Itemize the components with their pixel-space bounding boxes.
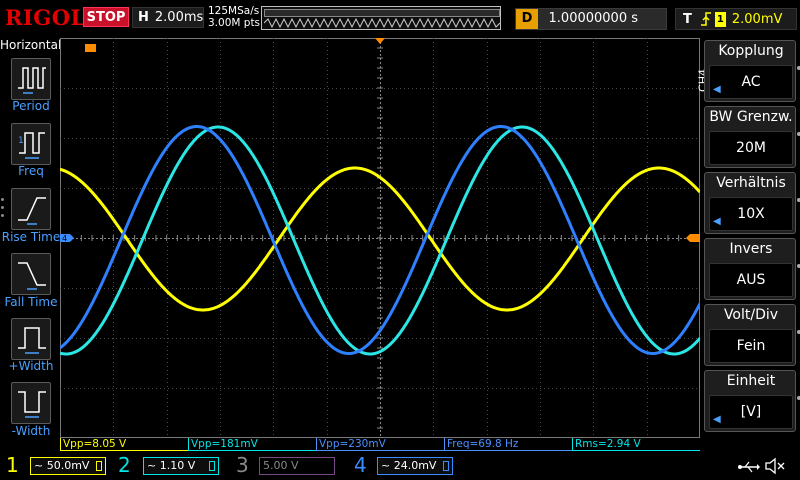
menu-value: AUS [709, 263, 793, 297]
measurement-item: Vpp=230mV [316, 438, 444, 451]
trigger-position-marker[interactable] [375, 38, 385, 44]
menu-title: BW Grenzw. [709, 109, 793, 125]
trigger-origin-marker [85, 44, 96, 52]
trigger-status[interactable]: T 1 2.00mV [675, 8, 797, 30]
positive-width-measure-button[interactable] [11, 318, 51, 360]
channel-menu: CH4 Kopplung AC ◀ BW Grenzw. 20M Verhältnis 10… [697, 38, 800, 452]
measurement-results: Vpp=8.05 V Vpp=181mV Vpp=230mV Freq=69.8 Hz… [60, 438, 700, 451]
freq-icon: 1 [18, 132, 45, 159]
fall-time-measure-button[interactable] [11, 253, 51, 295]
timebase-label: H [138, 10, 149, 25]
horizontal-delay[interactable]: D 1.00000000 s [515, 8, 667, 30]
channel-2-number[interactable]: 2 [118, 453, 131, 477]
trigger-label: T [683, 11, 692, 27]
menu-title: Volt/Div [723, 307, 779, 323]
menu-title: Verhältnis [716, 175, 786, 191]
measurement-item: Rms=2.94 V [572, 438, 700, 451]
fall-time-label: Fall Time [4, 295, 58, 309]
memory-overview-bar[interactable] [261, 6, 501, 30]
negative-width-label: -Width [11, 424, 51, 438]
menu-invers[interactable]: Invers AUS [704, 238, 800, 300]
measurement-item: Vpp=8.05 V [60, 438, 188, 451]
acquisition-info: 125MSa/s 3.00M pts [208, 5, 260, 29]
delay-value: 1.00000000 s [548, 11, 638, 26]
memory-depth: 3.00M pts [208, 17, 261, 29]
freq-measure-button[interactable]: 1 [11, 123, 51, 165]
horizontal-timebase[interactable]: H 2.00ms [132, 7, 204, 28]
fall-time-icon [18, 262, 46, 290]
menu-title: Einheit [726, 373, 776, 389]
position-markers: 4 [60, 38, 700, 243]
negative-width-icon [18, 391, 46, 418]
positive-width-label: +Width [8, 359, 54, 373]
measure-menu: Horizontal Period 1 Freq Rise Time Fall … [0, 38, 62, 458]
menu-value: Fein [709, 329, 793, 363]
knob-select-icon: ◀ [713, 414, 721, 425]
measurement-item: Freq=69.8 Hz [444, 438, 572, 451]
rigol-logo: RIGOL [5, 5, 86, 30]
knob-select-icon: ◀ [713, 216, 721, 227]
speaker-mute-icon[interactable] [764, 457, 786, 475]
bandwidth-limit-icon [96, 461, 102, 471]
channel-2-scale[interactable]: ~ 1.10 V [143, 457, 219, 475]
channel-1-number[interactable]: 1 [6, 453, 19, 477]
run-stop-indicator[interactable]: STOP [83, 7, 129, 27]
waveform-display[interactable]: 4 [60, 38, 700, 438]
memory-view-window [264, 9, 500, 17]
channel-3-scale[interactable]: 5.00 V [259, 457, 335, 475]
knob-select-icon: ◀ [713, 84, 721, 95]
rise-time-label: Rise Time [1, 230, 61, 244]
channel-3-number[interactable]: 3 [236, 453, 249, 477]
channel-4-ground-marker[interactable]: 4 [60, 234, 74, 243]
svg-text:4: 4 [62, 234, 67, 243]
menu-title: Kopplung [718, 43, 784, 59]
trigger-source: 1 [714, 11, 726, 27]
graticule [60, 38, 700, 438]
menu-value: AC ◀ [709, 65, 793, 99]
channel-1-scale[interactable]: ~ 50.0mV [30, 457, 106, 475]
menu-volt-div[interactable]: Volt/Div Fein [704, 304, 800, 366]
menu-title: Invers [729, 241, 773, 257]
negative-width-measure-button[interactable] [11, 382, 51, 424]
channel-4-number[interactable]: 4 [354, 453, 367, 477]
period-label: Period [12, 99, 50, 113]
menu-value: 10X ◀ [709, 197, 793, 231]
menu-value: 20M [709, 131, 793, 165]
rise-time-icon [18, 197, 46, 225]
measure-menu-title: Horizontal [0, 38, 62, 52]
channel-status-bar: 1 ~ 50.0mV 2 ~ 1.10 V 3 5.00 V 4 ~ 24.0mV [0, 452, 800, 480]
memory-waveform-preview [264, 18, 500, 29]
period-measure-button[interactable] [11, 58, 51, 100]
menu-value: [V] ◀ [709, 395, 793, 429]
rising-edge-icon [700, 12, 711, 26]
measurement-item: Vpp=181mV [188, 438, 316, 451]
timebase-value: 2.00ms [154, 10, 204, 25]
menu-page-indicator [1, 198, 5, 222]
period-icon [18, 67, 46, 94]
top-status-bar: RIGOL STOP H 2.00ms 125MSa/s 3.00M pts D… [0, 0, 800, 38]
bandwidth-limit-icon [443, 461, 449, 471]
menu-kopplung[interactable]: Kopplung AC ◀ [704, 40, 800, 102]
trigger-level-marker[interactable] [686, 234, 700, 242]
bandwidth-limit-icon [209, 461, 215, 471]
channel-4-scale[interactable]: ~ 24.0mV [377, 457, 453, 475]
usb-icon [738, 461, 760, 473]
svg-text:1: 1 [18, 136, 24, 146]
freq-label: Freq [18, 164, 44, 178]
menu-einheit[interactable]: Einheit [V] ◀ [704, 370, 800, 432]
sample-rate: 125MSa/s [208, 5, 260, 17]
menu-bw-grenzw[interactable]: BW Grenzw. 20M [704, 106, 800, 168]
delay-label: D [516, 9, 538, 29]
menu-verh-ltnis[interactable]: Verhältnis 10X ◀ [704, 172, 800, 234]
positive-width-icon [18, 327, 46, 354]
trigger-level: 2.00mV [731, 11, 783, 27]
rise-time-measure-button[interactable] [11, 188, 51, 230]
